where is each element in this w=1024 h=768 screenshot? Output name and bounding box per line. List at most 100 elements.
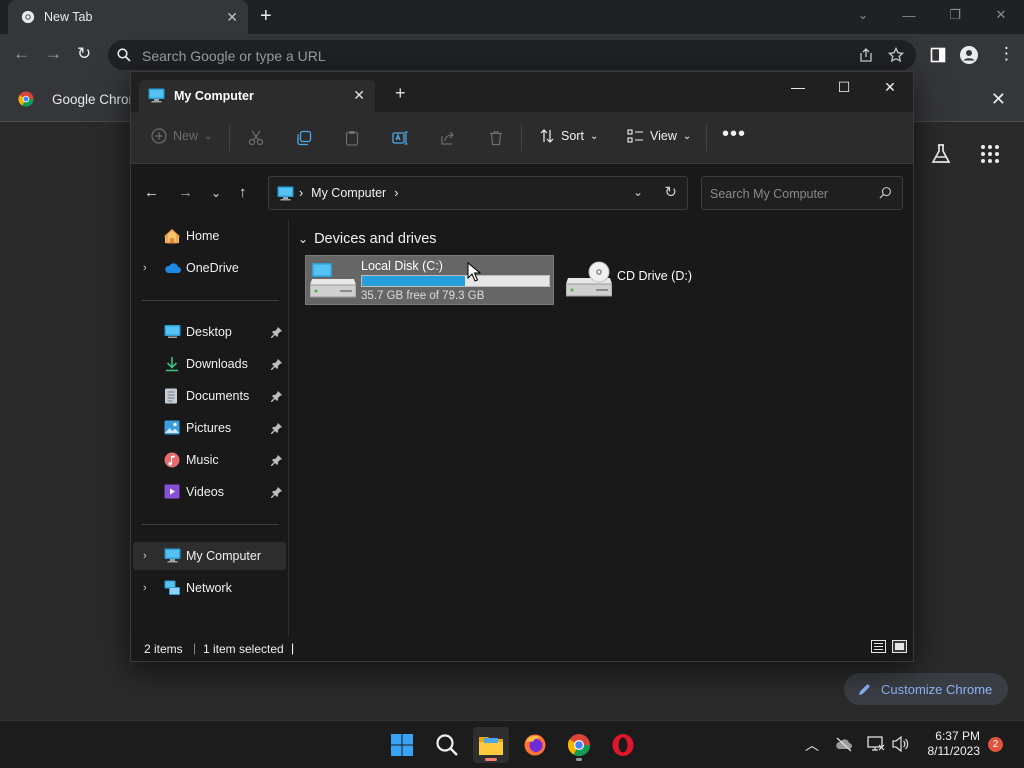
- close-icon[interactable]: ✕: [978, 0, 1024, 30]
- new-button-label: New: [173, 129, 199, 143]
- chrome-window-controls: ⌄ — ❐ ✕: [840, 0, 1024, 34]
- more-options-icon[interactable]: •••: [722, 123, 746, 146]
- show-hidden-icons-chevron-icon[interactable]: ︿: [805, 735, 819, 755]
- back-icon[interactable]: ←: [13, 44, 30, 64]
- collapse-chevron-icon[interactable]: ⌄: [298, 232, 308, 246]
- onedrive-offline-icon[interactable]: [835, 736, 853, 752]
- omnibox[interactable]: Search Google or type a URL: [108, 40, 916, 70]
- minimize-icon[interactable]: —: [886, 0, 932, 30]
- google-apps-icon[interactable]: [980, 144, 1000, 164]
- paste-icon[interactable]: [344, 130, 360, 146]
- tiles-view-icon[interactable]: [892, 640, 907, 653]
- nav-item-desktop[interactable]: Desktop: [133, 318, 286, 346]
- nav-item-my-computer[interactable]: › My Computer: [133, 542, 286, 570]
- profile-icon[interactable]: [960, 46, 978, 64]
- nav-item-videos[interactable]: Videos: [133, 478, 286, 506]
- taskbar-opera[interactable]: [605, 727, 641, 763]
- drive-name: CD Drive (D:): [617, 269, 692, 283]
- recent-locations-chevron-icon[interactable]: ⌄: [211, 186, 221, 200]
- drive-item-d[interactable]: CD Drive (D:): [562, 255, 692, 305]
- breadcrumb-chevron-icon[interactable]: ›: [394, 186, 398, 200]
- chevron-down-icon: ⌄: [682, 130, 692, 142]
- nav-item-onedrive[interactable]: › OneDrive: [133, 254, 286, 282]
- back-icon[interactable]: ←: [144, 184, 159, 201]
- new-button[interactable]: New ⌄: [151, 128, 212, 144]
- running-app-indicator: [576, 758, 582, 761]
- nav-item-network[interactable]: › Network: [133, 574, 286, 602]
- forward-icon[interactable]: →: [178, 184, 193, 201]
- pin-icon[interactable]: [271, 326, 283, 338]
- taskbar-search-button[interactable]: [429, 727, 465, 763]
- nav-item-label: Pictures: [186, 421, 232, 435]
- copy-icon[interactable]: [296, 130, 312, 146]
- chrome-tab-close-icon[interactable]: ✕: [226, 9, 238, 26]
- share-icon[interactable]: [440, 130, 456, 146]
- notification-badge[interactable]: 2: [988, 737, 1003, 752]
- status-item-count: 2 items: [144, 642, 183, 656]
- pictures-icon: [164, 420, 180, 435]
- home-icon: [164, 228, 180, 244]
- share-icon[interactable]: [858, 47, 874, 63]
- nav-item-home[interactable]: Home: [133, 222, 286, 250]
- side-panel-icon[interactable]: [930, 47, 946, 63]
- restore-icon[interactable]: ❐: [932, 0, 978, 30]
- bookmark-star-icon[interactable]: [888, 47, 904, 63]
- nav-item-downloads[interactable]: Downloads: [133, 350, 286, 378]
- customize-chrome-button[interactable]: Customize Chrome: [844, 673, 1008, 705]
- rename-icon[interactable]: [392, 130, 408, 146]
- up-icon[interactable]: ↑: [239, 184, 247, 201]
- nav-item-pictures[interactable]: Pictures: [133, 414, 286, 442]
- chrome-new-tab-icon[interactable]: +: [260, 6, 272, 26]
- cut-icon[interactable]: [248, 130, 264, 146]
- view-button[interactable]: View ⌄: [627, 128, 691, 144]
- explorer-tab[interactable]: My Computer ✕: [139, 80, 375, 112]
- info-bar-close-icon[interactable]: ✕: [991, 89, 1006, 110]
- chrome-tab[interactable]: New Tab ✕: [8, 0, 248, 34]
- close-icon[interactable]: ✕: [867, 72, 913, 102]
- explorer-new-tab-icon[interactable]: +: [395, 84, 406, 102]
- delete-icon[interactable]: [488, 130, 504, 146]
- menu-kebab-icon[interactable]: ⋮: [998, 44, 1015, 64]
- labs-flask-icon[interactable]: [930, 143, 952, 165]
- address-dropdown-icon[interactable]: ⌄: [633, 185, 643, 199]
- chrome-logo-icon: [567, 734, 590, 756]
- clock-time: 6:37 PM: [935, 729, 980, 743]
- volume-icon[interactable]: [892, 735, 910, 753]
- refresh-icon[interactable]: ↻: [664, 183, 677, 201]
- reload-icon[interactable]: ↻: [77, 44, 91, 64]
- pin-icon[interactable]: [271, 422, 283, 434]
- taskbar-file-explorer[interactable]: [473, 727, 509, 763]
- nav-item-music[interactable]: Music: [133, 446, 286, 474]
- expand-chevron-icon[interactable]: ›: [143, 582, 147, 594]
- breadcrumb-item[interactable]: My Computer: [311, 186, 386, 200]
- details-view-icon[interactable]: [871, 640, 886, 653]
- drive-item-c[interactable]: Local Disk (C:) 35.7 GB free of 79.3 GB: [305, 255, 554, 305]
- pin-icon[interactable]: [271, 390, 283, 402]
- command-separator: [521, 125, 522, 151]
- nav-item-documents[interactable]: Documents: [133, 382, 286, 410]
- computer-icon: [148, 88, 165, 103]
- maximize-icon[interactable]: ☐: [821, 72, 867, 102]
- pin-icon[interactable]: [271, 358, 283, 370]
- forward-icon[interactable]: →: [45, 44, 62, 64]
- network-status-icon[interactable]: [867, 735, 885, 753]
- start-button[interactable]: [384, 727, 420, 763]
- group-header[interactable]: ⌄ Devices and drives: [298, 231, 437, 247]
- minimize-icon[interactable]: —: [775, 72, 821, 102]
- clock[interactable]: 6:37 PM 8/11/2023: [918, 729, 981, 759]
- explorer-search-box[interactable]: Search My Computer: [701, 176, 903, 210]
- expand-chevron-icon[interactable]: ›: [143, 262, 147, 274]
- taskbar-firefox[interactable]: [517, 727, 553, 763]
- sort-button[interactable]: Sort ⌄: [539, 128, 598, 144]
- explorer-tab-close-icon[interactable]: ✕: [353, 87, 365, 104]
- breadcrumb-chevron-icon[interactable]: ›: [299, 186, 303, 200]
- taskbar-chrome[interactable]: [561, 727, 597, 763]
- folder-icon: [479, 737, 503, 755]
- status-divider: |: [291, 641, 295, 655]
- pin-icon[interactable]: [271, 454, 283, 466]
- address-bar[interactable]: › My Computer › ⌄ ↻: [268, 176, 688, 210]
- tab-search-icon[interactable]: ⌄: [840, 0, 886, 30]
- chrome-toolbar: ← → ↻ Search Google or type a URL ⋮: [0, 34, 1024, 76]
- expand-chevron-icon[interactable]: ›: [143, 550, 147, 562]
- pin-icon[interactable]: [271, 486, 283, 498]
